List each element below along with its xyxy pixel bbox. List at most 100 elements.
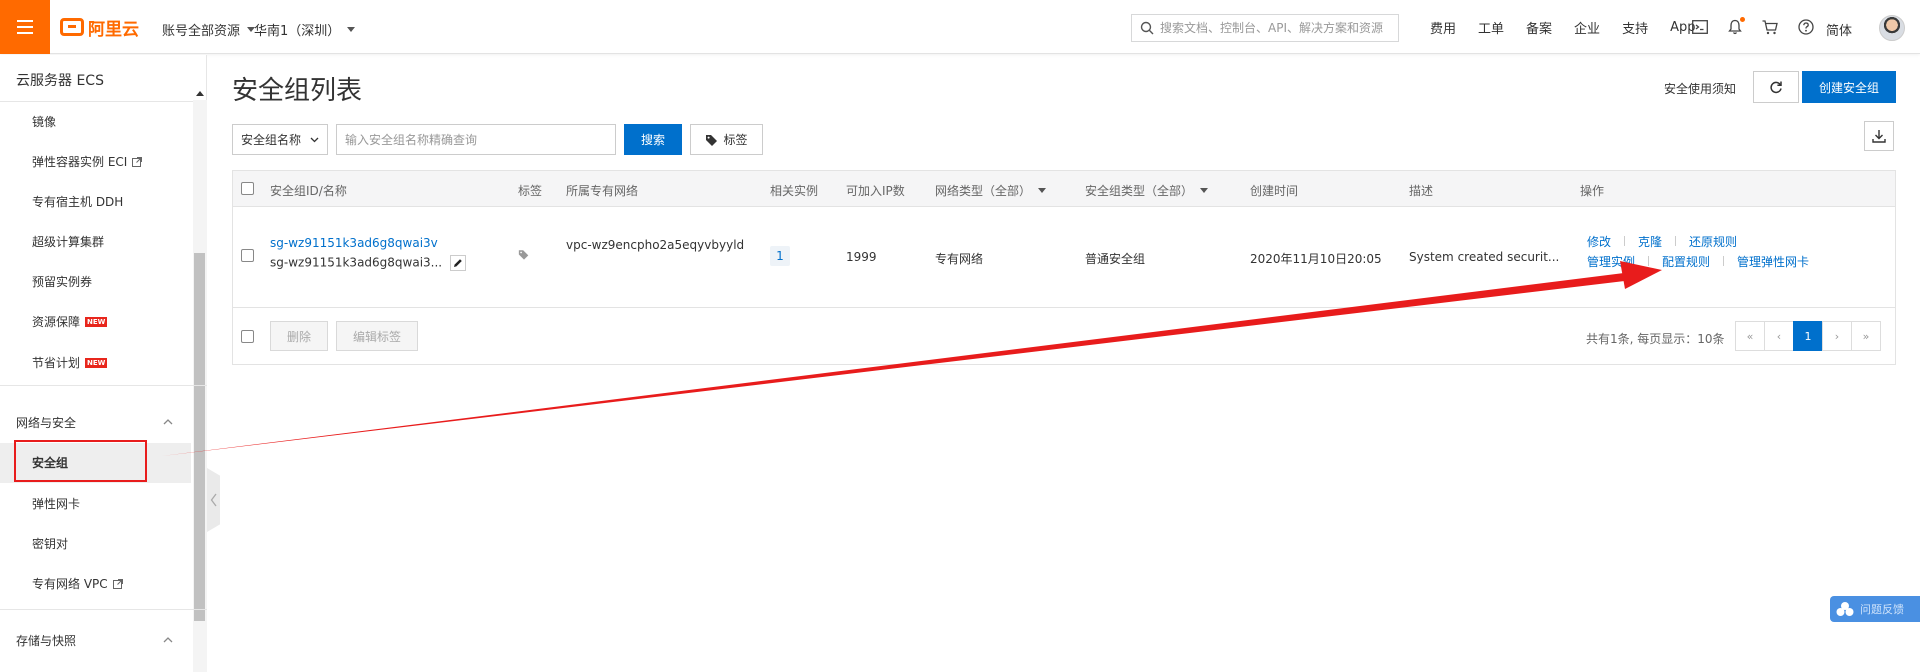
chevron-up-icon[interactable] <box>163 635 173 645</box>
vpc-id: vpc-wz9encpho2a5eqyvbyyld <box>566 238 745 252</box>
modify-link[interactable]: 修改 <box>1587 233 1611 250</box>
security-group-type: 普通安全组 <box>1085 252 1146 266</box>
scroll-up-arrow-icon[interactable] <box>196 91 204 96</box>
menu-button[interactable] <box>0 0 50 54</box>
global-search-input[interactable] <box>1160 21 1390 35</box>
column-header-network-type-filter[interactable]: 网络类型（全部） <box>935 182 1047 199</box>
manage-eni-link[interactable]: 管理弹性网卡 <box>1737 253 1809 270</box>
tag-icon <box>518 250 529 260</box>
create-security-group-button[interactable]: 创建安全组 <box>1802 71 1896 103</box>
sidebar-scrollbar-thumb[interactable] <box>194 253 205 621</box>
related-instances-count-link[interactable]: 1 <box>770 246 790 266</box>
footer-select-all-checkbox[interactable] <box>241 330 254 343</box>
top-link-billing[interactable]: 费用 <box>1430 18 1456 37</box>
chevron-left-icon <box>210 493 217 507</box>
divider <box>1624 236 1626 246</box>
clone-link[interactable]: 克隆 <box>1638 233 1662 250</box>
last-page-button[interactable]: » <box>1851 321 1881 351</box>
new-badge: NEW <box>85 316 108 327</box>
column-header-network-type: 网络类型（全部） <box>935 184 1032 198</box>
avatar[interactable] <box>1879 15 1905 41</box>
sidebar-item-images[interactable]: 镜像 <box>32 113 56 130</box>
sidebar-item-reserved-instances[interactable]: 预留实例券 <box>32 273 92 290</box>
row-checkbox[interactable] <box>241 249 254 262</box>
page-1-button[interactable]: 1 <box>1793 321 1823 351</box>
sidebar-item-scc[interactable]: 超级计算集群 <box>32 233 104 250</box>
aliyun-logo[interactable]: 阿里云 <box>60 16 139 40</box>
caret-down-icon <box>347 27 356 32</box>
feedback-widget[interactable]: 问题反馈 <box>1830 596 1920 622</box>
external-link-icon <box>132 156 143 167</box>
sidebar-item-label: 弹性容器实例 ECI <box>32 155 128 169</box>
sidebar-item-label: 镜像 <box>32 115 57 129</box>
chevron-up-icon[interactable] <box>163 417 173 427</box>
select-all-checkbox[interactable] <box>241 182 254 195</box>
top-link-support[interactable]: 支持 <box>1622 18 1648 37</box>
top-link-ticket[interactable]: 工单 <box>1478 18 1504 37</box>
sidebar-item-resource-assurance[interactable]: 资源保障 NEW <box>32 313 108 330</box>
top-link-enterprise[interactable]: 企业 <box>1574 18 1600 37</box>
page-info: 共有1条, 每页显示：10条 <box>1586 332 1725 346</box>
edit-name-button[interactable] <box>449 255 466 271</box>
next-page-button[interactable]: › <box>1822 321 1852 351</box>
security-group-id-link[interactable]: sg-wz91151k3ad6g8qwai3v <box>270 236 438 250</box>
security-group-search-input[interactable] <box>336 124 616 155</box>
tag-filter-button[interactable]: 标签 <box>690 124 763 155</box>
divider <box>0 385 207 386</box>
prev-page-button[interactable]: ‹ <box>1764 321 1794 351</box>
search-button[interactable]: 搜索 <box>624 124 682 155</box>
ip-count: 1999 <box>846 250 877 264</box>
help-icon[interactable] <box>1798 19 1814 35</box>
terminal-icon[interactable] <box>1692 20 1708 34</box>
sidebar: 云服务器 ECS 镜像 弹性容器实例 ECI 专有宿主机 DDH 超级计算集群 … <box>0 55 207 672</box>
divider <box>0 101 207 102</box>
language-switch[interactable]: 简体 <box>1826 20 1852 39</box>
top-icon-group <box>1692 0 1814 54</box>
table-header: 安全组ID/名称 标签 所属专有网络 相关实例 可加入IP数 网络类型（全部） … <box>233 171 1895 207</box>
bell-icon[interactable] <box>1728 17 1745 35</box>
top-link-icp[interactable]: 备案 <box>1526 18 1552 37</box>
sidebar-group-storage-snapshots[interactable]: 存储与快照 <box>16 632 76 649</box>
refresh-button[interactable] <box>1753 71 1799 103</box>
account-scope-selector[interactable]: 账号全部资源 <box>162 20 256 39</box>
sidebar-item-label: 资源保障 <box>32 315 81 329</box>
cart-icon[interactable] <box>1762 19 1778 35</box>
sidebar-item-vpc[interactable]: 专有网络 VPC <box>32 575 123 592</box>
delete-button[interactable]: 删除 <box>270 321 328 351</box>
new-badge: NEW <box>85 357 108 368</box>
search-field-label: 安全组名称 <box>241 133 302 147</box>
manage-instances-link[interactable]: 管理实例 <box>1587 253 1635 270</box>
security-group-name-cell: sg-wz91151k3ad6g8qwai3... <box>270 255 466 271</box>
security-notice-link[interactable]: 安全使用须知 <box>1664 80 1736 97</box>
top-navigation-bar: 阿里云 账号全部资源 华南1（深圳） 费用 工单 备案 企业 支持 App <box>0 0 1920 54</box>
column-header-instances: 相关实例 <box>770 184 819 198</box>
divider <box>1648 256 1650 266</box>
sidebar-group-network-security[interactable]: 网络与安全 <box>16 414 76 431</box>
export-button[interactable] <box>1864 121 1894 151</box>
hamburger-icon <box>17 20 33 34</box>
first-page-button[interactable]: « <box>1735 321 1765 351</box>
region-selector[interactable]: 华南1（深圳） <box>254 20 356 39</box>
divider <box>0 609 207 610</box>
sidebar-item-savings-plan[interactable]: 节省计划 NEW <box>32 354 108 371</box>
restore-rules-link[interactable]: 还原规则 <box>1689 233 1737 250</box>
edit-tags-button[interactable]: 编辑标签 <box>336 321 418 351</box>
column-header-sg-type-filter[interactable]: 安全组类型（全部） <box>1085 182 1209 199</box>
column-header-id-name: 安全组ID/名称 <box>270 184 347 198</box>
sidebar-item-eci[interactable]: 弹性容器实例 ECI <box>32 153 143 170</box>
sidebar-item-key-pairs[interactable]: 密钥对 <box>32 535 68 552</box>
network-type: 专有网络 <box>935 252 984 266</box>
sidebar-item-label: 专有宿主机 DDH <box>32 195 124 209</box>
search-field-select[interactable]: 安全组名称 <box>232 124 328 155</box>
sidebar-item-eni[interactable]: 弹性网卡 <box>32 495 80 512</box>
top-links: 费用 工单 备案 企业 支持 App <box>1430 0 1717 54</box>
external-link-icon <box>112 578 123 589</box>
sidebar-item-ddh[interactable]: 专有宿主机 DDH <box>32 193 123 210</box>
tag-cell-button[interactable] <box>518 249 530 263</box>
caret-down-icon <box>1038 188 1047 193</box>
configure-rules-link[interactable]: 配置规则 <box>1662 253 1710 270</box>
cloud-icon <box>1836 602 1854 616</box>
sidebar-item-label: 节省计划 <box>32 356 81 370</box>
sidebar-collapse-toggle[interactable] <box>207 468 220 532</box>
column-header-sg-type: 安全组类型（全部） <box>1085 184 1194 198</box>
